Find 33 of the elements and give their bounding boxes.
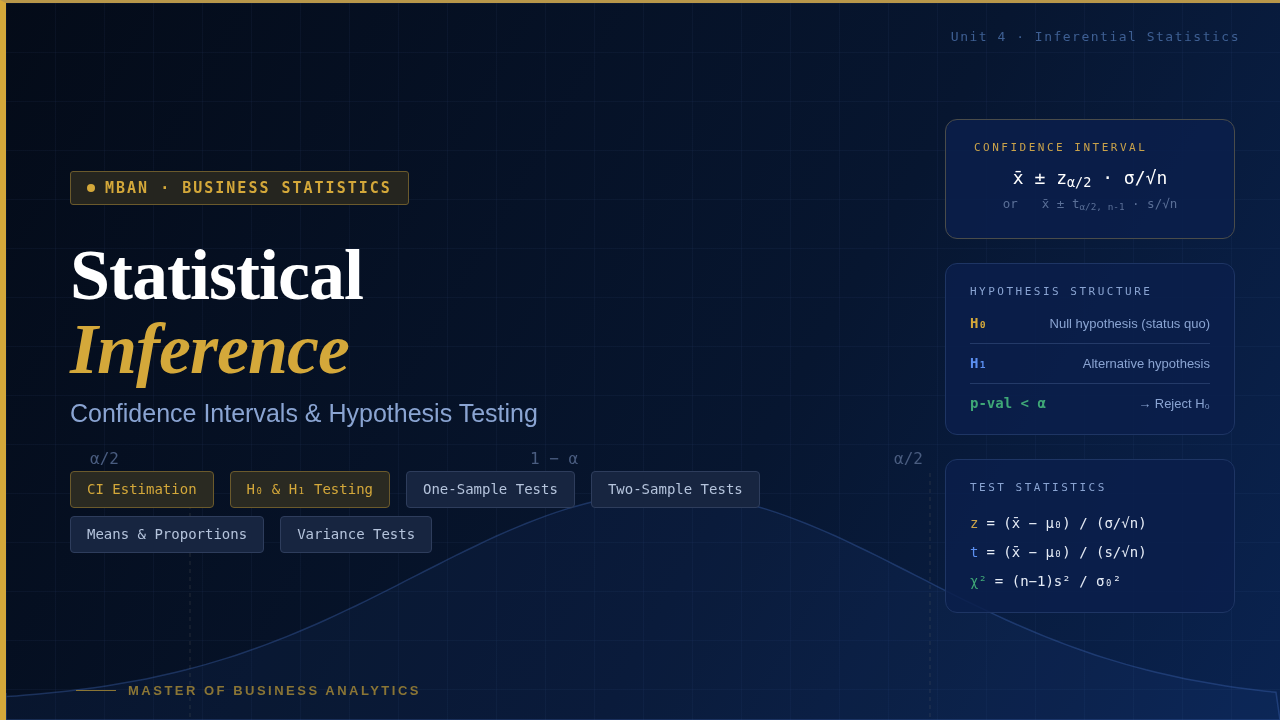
formula: x̄ ± z$_{α/2}$ · σ/√n [1011,166,1169,191]
equation-variable: χ² [970,571,987,591]
title: Statistical [70,239,364,311]
hypothesis-symbol: p-val < α [970,394,1046,414]
topic-tag: One-Sample Tests [406,470,575,508]
equation-variable: t [970,542,979,562]
curve-label: α/2 [90,449,119,468]
badge-text: MBAN · BUSINESS STATISTICS [105,177,392,199]
equation-text: = (n−1)s² / σ₀² [994,571,1122,591]
equation-variable: z [970,513,979,533]
topic-tag: Means & Proportions [70,515,265,553]
footer-text: MASTER OF BUSINESS ANALYTICS [128,682,421,700]
card-title: CONFIDENCE INTERVAL [974,139,1149,156]
curve-label: α/2 [894,449,923,468]
unit-label: Unit 4 · Inferential Statistics [950,28,1240,46]
dot-icon [87,183,95,192]
curve-label: 1 − α [530,449,579,468]
hypothesis-text: Alternative hypothesis [1082,355,1210,373]
equation-text: = (x̄ − μ₀) / (s/√n) [986,542,1147,562]
card-title: HYPOTHESIS STRUCTURE [970,283,1154,300]
hypothesis-text: Null hypothesis (status quo) [1049,315,1210,333]
topic-tag: Two-Sample Tests [590,470,760,508]
hypothesis-text: → Reject H₀ [1138,395,1210,413]
alt-formula: x̄ ± t$_{α/2, n-1}$ · s/√n [1041,195,1178,214]
equation-text: = (x̄ − μ₀) / (σ/√n) [986,513,1147,533]
topic-tag: H₀ & H₁ Testing [229,470,390,508]
alt-prefix: or [1002,195,1018,213]
card-title: TEST STATISTICS [970,480,1108,497]
topic-tag: Variance Tests [280,515,433,553]
subtitle: Confidence Intervals & Hypothesis Testing [70,398,539,429]
hypothesis-symbol: H₁ [970,354,987,374]
hypothesis-symbol: H₀ [970,314,987,334]
topic-tag: CI Estimation [70,470,214,508]
